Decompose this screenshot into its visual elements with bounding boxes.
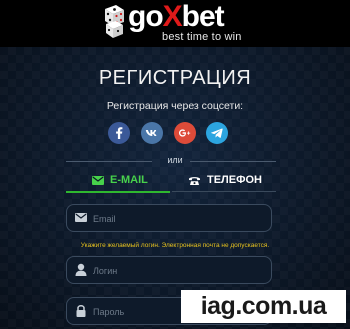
telegram-button[interactable] <box>206 122 228 144</box>
google-plus-icon <box>174 122 196 144</box>
brand-name-prefix: go <box>128 0 164 33</box>
site-watermark: iag.com.ua <box>181 290 346 323</box>
vk-icon <box>141 122 163 144</box>
facebook-button[interactable] <box>108 122 130 144</box>
brand-wordmark[interactable]: goXbet <box>128 0 225 34</box>
lock-icon <box>76 305 86 317</box>
phone-icon <box>189 176 200 185</box>
dice-logo-icon <box>105 5 124 38</box>
login-input[interactable] <box>91 261 265 281</box>
email-input[interactable] <box>91 209 265 229</box>
brand-name-suffix: bet <box>181 0 225 33</box>
tab-email-label: E-MAIL <box>110 174 148 186</box>
page-title: РЕГИСТРАЦИЯ <box>98 67 252 89</box>
tab-phone[interactable]: ТЕЛЕФОН <box>172 172 276 192</box>
vk-button[interactable] <box>141 122 163 144</box>
site-header: goXbet best time to win <box>0 0 350 47</box>
brand-tagline: best time to win <box>162 31 242 43</box>
brand-name-x: X <box>162 0 183 33</box>
google-plus-button[interactable] <box>174 122 196 144</box>
tab-email[interactable]: E-MAIL <box>66 172 170 193</box>
envelope-icon <box>75 213 87 222</box>
login-hint: Укажите желаемый логин. Электронная почт… <box>80 242 270 249</box>
or-separator: или <box>167 155 183 165</box>
telegram-icon <box>206 122 228 144</box>
facebook-icon <box>108 122 130 144</box>
divider-right <box>190 161 276 162</box>
login-field[interactable] <box>66 256 272 284</box>
tab-phone-label: ТЕЛЕФОН <box>207 174 262 186</box>
user-icon <box>75 263 87 276</box>
envelope-icon <box>92 175 104 185</box>
email-field[interactable] <box>66 204 272 232</box>
social-login-label: Регистрация через соцсети: <box>106 100 244 112</box>
